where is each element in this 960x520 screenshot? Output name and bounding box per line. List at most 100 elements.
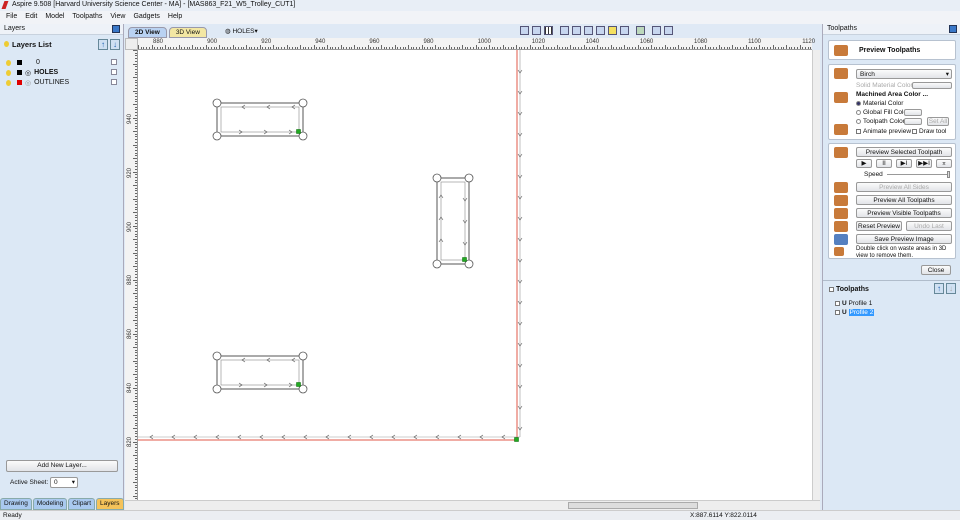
toolpath-color-picker[interactable] bbox=[904, 118, 922, 125]
grid-icon[interactable] bbox=[544, 26, 553, 35]
horizontal-scrollbar[interactable] bbox=[125, 500, 820, 510]
preview-all-sides-button[interactable]: Preview All Sides bbox=[856, 182, 952, 192]
preview-selected-icon bbox=[834, 147, 848, 158]
global-fill-color-picker[interactable] bbox=[904, 109, 922, 116]
material-color-radio[interactable]: Material Color bbox=[856, 100, 903, 107]
add-new-layer-button[interactable]: Add New Layer... bbox=[6, 460, 118, 472]
menu-bar: File Edit Model Toolpaths View Gadgets Help bbox=[0, 11, 960, 24]
split-vertical-icon[interactable] bbox=[664, 26, 673, 35]
dogbone-corner bbox=[298, 351, 308, 361]
stop-button[interactable]: ⌅ bbox=[936, 159, 952, 168]
ruler-tick-label: 940 bbox=[127, 113, 134, 125]
tab-clipart[interactable]: Clipart bbox=[68, 498, 96, 510]
menu-toolpaths[interactable]: Toolpaths bbox=[72, 13, 102, 22]
solid-material-color-picker[interactable] bbox=[912, 82, 952, 89]
zoom-extents-icon[interactable] bbox=[520, 26, 529, 35]
tab-modeling[interactable]: Modeling bbox=[32, 498, 68, 510]
machined-area-icon bbox=[834, 92, 848, 103]
ruler-tick-label: 820 bbox=[127, 436, 134, 447]
layer-item[interactable]: ◎ HOLES bbox=[6, 68, 58, 77]
layer-lock-checkbox[interactable] bbox=[111, 79, 117, 85]
snap-icon[interactable] bbox=[532, 26, 541, 35]
layer-item[interactable]: ◎ OUTLINES bbox=[6, 78, 69, 87]
model-icon[interactable] bbox=[636, 26, 645, 35]
ruler-tick-label: 960 bbox=[369, 39, 380, 45]
menu-help[interactable]: Help bbox=[168, 13, 182, 22]
zoom-in-icon[interactable] bbox=[584, 26, 593, 35]
tab-2d-view[interactable]: 2D View bbox=[128, 27, 167, 38]
move-toolpath-down-button[interactable]: ↓ bbox=[946, 283, 956, 294]
layer-name: 0 bbox=[36, 59, 40, 66]
menu-model[interactable]: Model bbox=[45, 13, 64, 22]
menu-view[interactable]: View bbox=[110, 13, 125, 22]
pan-icon[interactable] bbox=[560, 26, 569, 35]
layer-lock-checkbox[interactable] bbox=[111, 69, 117, 75]
zoom-out-icon[interactable] bbox=[596, 26, 605, 35]
vertical-ruler: 940 920 900 880 860 840 820 bbox=[125, 50, 138, 500]
toolpath-color-radio[interactable]: Toolpath Color bbox=[856, 118, 905, 125]
menu-edit[interactable]: Edit bbox=[25, 13, 37, 22]
vertical-scrollbar[interactable] bbox=[812, 50, 820, 500]
layer-item[interactable]: 0 bbox=[6, 58, 40, 67]
step-button[interactable]: ▶I bbox=[896, 159, 912, 168]
menu-gadgets[interactable]: Gadgets bbox=[133, 13, 159, 22]
toolpath-visibility-icon[interactable] bbox=[608, 26, 617, 35]
play-button[interactable]: ▶ bbox=[856, 159, 872, 168]
layer-color-swatch[interactable] bbox=[17, 60, 22, 65]
reset-preview-button[interactable]: Reset Preview bbox=[856, 221, 902, 231]
tab-drawing[interactable]: Drawing bbox=[0, 498, 32, 510]
ruler-tick-label: 920 bbox=[261, 39, 272, 45]
pin-icon[interactable] bbox=[949, 25, 957, 33]
undo-last-button[interactable]: Undo Last bbox=[906, 221, 952, 231]
toolpath-item-selected[interactable]: U Profile 2 bbox=[835, 309, 875, 316]
global-fill-color-radio[interactable]: Global Fill Color bbox=[856, 109, 909, 116]
tab-3d-view[interactable]: 3D View bbox=[168, 27, 207, 38]
close-button[interactable]: Close bbox=[921, 265, 951, 275]
waste-area-icon bbox=[834, 247, 844, 256]
drawing-canvas[interactable] bbox=[138, 50, 812, 500]
view-toolbar bbox=[520, 26, 673, 35]
visibility-bulb-icon[interactable] bbox=[6, 69, 11, 76]
preview-selected-toolpath-button[interactable]: Preview Selected Toolpath bbox=[856, 147, 952, 157]
move-layer-up-button[interactable]: ↑ bbox=[98, 39, 108, 50]
tab-layers[interactable]: Layers bbox=[96, 498, 124, 510]
reset-preview-icon bbox=[834, 221, 848, 232]
visibility-bulb-icon[interactable] bbox=[6, 59, 11, 66]
solid-material-color-label: Solid Material Color bbox=[856, 82, 913, 89]
zoom-box-icon[interactable] bbox=[572, 26, 581, 35]
set-all-button[interactable]: Set All bbox=[927, 117, 949, 126]
active-sheet-select[interactable]: 0 ▾ bbox=[50, 477, 78, 488]
preview-visible-icon bbox=[834, 208, 848, 219]
preview-visible-toolpaths-button[interactable]: Preview Visible Toolpaths bbox=[856, 208, 952, 218]
toolpath-item[interactable]: U Profile 1 bbox=[835, 300, 872, 307]
split-horizontal-icon[interactable] bbox=[652, 26, 661, 35]
move-toolpath-up-button[interactable]: ↑ bbox=[934, 283, 944, 294]
scrollbar-thumb[interactable] bbox=[568, 502, 698, 509]
toolpath-line bbox=[220, 359, 300, 386]
draw-tool-checkbox[interactable]: Draw tool bbox=[912, 128, 946, 135]
fast-forward-button[interactable]: ▶▶I bbox=[916, 159, 932, 168]
layers-list-title: Layers List bbox=[12, 40, 52, 49]
layer-color-swatch[interactable] bbox=[17, 80, 22, 85]
panel-title: Preview Toolpaths bbox=[859, 47, 921, 54]
menu-file[interactable]: File bbox=[6, 13, 17, 22]
ruler-tick-label: 1120 bbox=[802, 39, 816, 45]
material-select[interactable]: Birch ▾ bbox=[856, 69, 952, 79]
layer-lock-checkbox[interactable] bbox=[111, 59, 117, 65]
ruler-tick-label: 940 bbox=[315, 39, 326, 45]
toolpaths-header[interactable]: Toolpaths bbox=[829, 286, 869, 293]
layer-color-swatch[interactable] bbox=[17, 70, 22, 75]
slider-thumb[interactable] bbox=[947, 171, 950, 178]
layer-dropdown[interactable]: ◍ HOLES▾ bbox=[225, 27, 258, 35]
move-layer-down-button[interactable]: ↓ bbox=[110, 39, 120, 50]
animate-preview-checkbox[interactable]: Animate preview bbox=[856, 128, 911, 135]
save-preview-image-button[interactable]: Save Preview Image bbox=[856, 234, 952, 244]
pin-icon[interactable] bbox=[112, 25, 120, 33]
pause-button[interactable]: II bbox=[876, 159, 892, 168]
preview-all-toolpaths-button[interactable]: Preview All Toolpaths bbox=[856, 195, 952, 205]
layers-icon[interactable] bbox=[620, 26, 629, 35]
ruler-tick-label: 880 bbox=[153, 39, 164, 45]
ruler-tick-label: 980 bbox=[423, 39, 434, 45]
visibility-bulb-icon[interactable] bbox=[6, 79, 11, 86]
speed-slider[interactable] bbox=[887, 171, 950, 178]
